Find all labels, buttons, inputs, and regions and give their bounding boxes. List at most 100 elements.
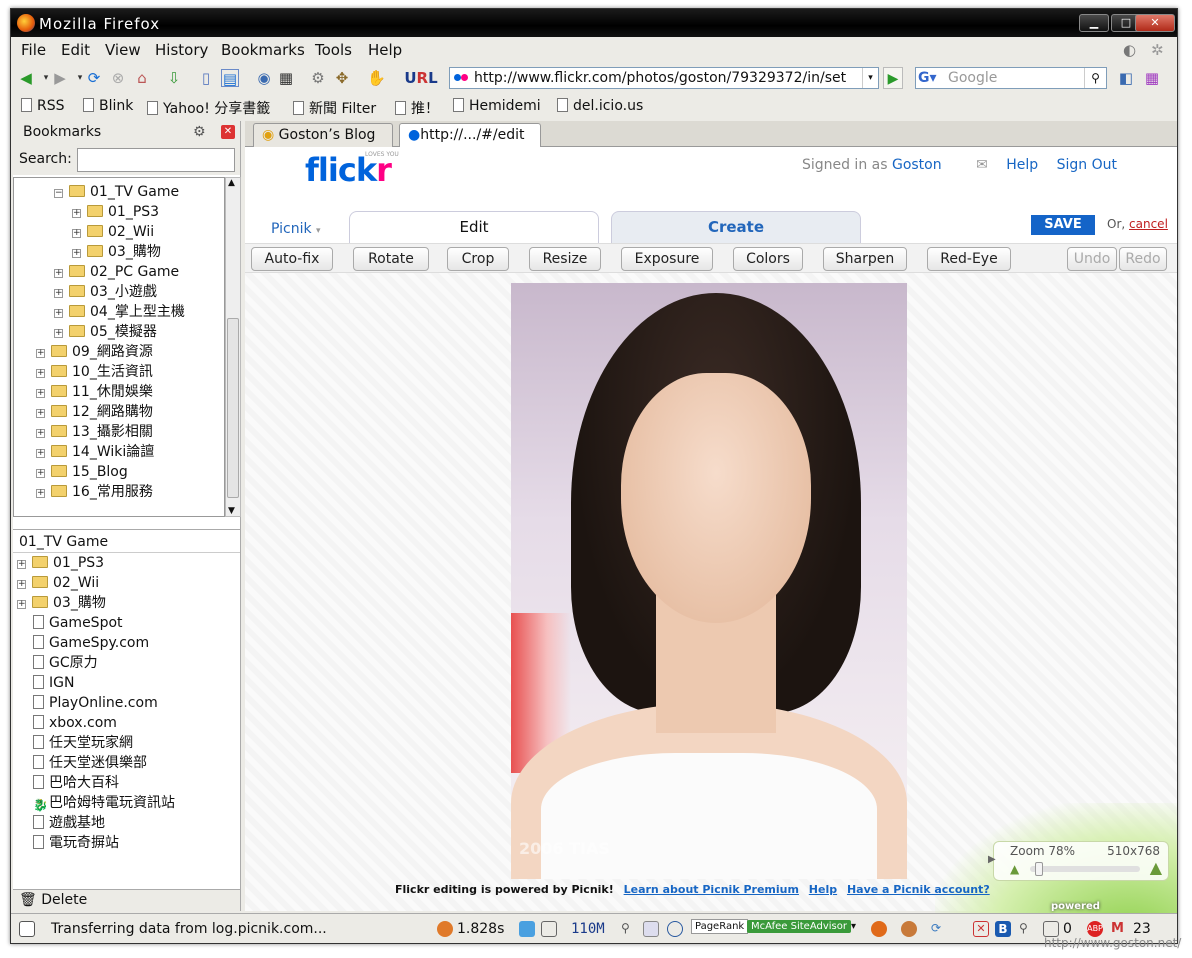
- rotate-button[interactable]: Rotate: [353, 247, 429, 271]
- photo[interactable]: 2006 TIAS: [511, 283, 907, 879]
- autofix-button[interactable]: Auto-fix: [251, 247, 333, 271]
- sign-out-link[interactable]: Sign Out: [1057, 157, 1117, 173]
- status-dot-icon[interactable]: ◐: [1123, 41, 1136, 59]
- tree-folder[interactable]: − 01_TV Game: [54, 182, 179, 202]
- tree-folder[interactable]: +15_Blog: [36, 462, 128, 482]
- crop-button[interactable]: Crop: [447, 247, 509, 271]
- grid-icon[interactable]: ▦: [277, 69, 295, 87]
- expand-icon[interactable]: +: [36, 469, 45, 478]
- tree-folder[interactable]: +12_網路購物: [36, 402, 153, 422]
- expand-icon[interactable]: +: [36, 449, 45, 458]
- tab-blog[interactable]: ◉ Goston’s Blog: [253, 123, 393, 147]
- delete-button[interactable]: 🗑 Delete: [19, 892, 87, 908]
- list-item[interactable]: 任天堂玩家網: [33, 733, 133, 753]
- list-item[interactable]: PlayOnline.com: [33, 693, 158, 713]
- firefox-status-icon[interactable]: [871, 921, 887, 937]
- counter-page-icon[interactable]: [1043, 921, 1059, 937]
- tree-folder[interactable]: +01_PS3: [72, 202, 159, 222]
- tab-edit[interactable]: ●http://.../#/edit: [399, 123, 541, 147]
- search-input[interactable]: Google: [948, 70, 997, 86]
- twitter-icon[interactable]: [519, 921, 535, 937]
- list-item[interactable]: GameSpot: [33, 613, 123, 633]
- expand-icon[interactable]: +: [54, 289, 63, 298]
- tree-folder[interactable]: +02_PC Game: [54, 262, 179, 282]
- menu-bookmarks[interactable]: Bookmarks: [221, 41, 305, 59]
- tree-folder[interactable]: +13_攝影相關: [36, 422, 153, 442]
- minimize-button[interactable]: ▁: [1079, 14, 1109, 32]
- blog-b-icon[interactable]: B: [995, 921, 1011, 937]
- menu-history[interactable]: History: [155, 41, 208, 59]
- colors-button[interactable]: Colors: [733, 247, 803, 271]
- expand-icon[interactable]: +: [54, 269, 63, 278]
- scroll-thumb[interactable]: [227, 318, 239, 498]
- block-icon[interactable]: ✕: [973, 921, 989, 937]
- list-folder[interactable]: +03_購物: [17, 593, 106, 613]
- tree-folder[interactable]: +02_Wii: [72, 222, 154, 242]
- mail-icon[interactable]: ✉: [976, 157, 988, 173]
- menu-file[interactable]: File: [21, 41, 46, 59]
- expand-icon[interactable]: +: [54, 329, 63, 338]
- hand-icon[interactable]: ✋: [367, 69, 386, 87]
- extension-icon[interactable]: ✥: [333, 69, 351, 87]
- menu-tools[interactable]: Tools: [315, 41, 352, 59]
- tree-folder[interactable]: +09_網路資源: [36, 342, 153, 362]
- tree-folder[interactable]: +04_掌上型主機: [54, 302, 185, 322]
- tree-scrollbar[interactable]: ▲ ▼: [225, 177, 241, 517]
- edit-note-icon[interactable]: [541, 921, 557, 937]
- bookmark-delicious[interactable]: del.icio.us: [557, 98, 643, 114]
- expand-icon[interactable]: +: [36, 349, 45, 358]
- pagerank-badge[interactable]: PageRank: [691, 919, 749, 934]
- address-bar[interactable]: http://www.flickr.com/photos/goston/7932…: [449, 67, 879, 89]
- sidebar-search-input[interactable]: [77, 148, 235, 172]
- expand-icon[interactable]: +: [17, 580, 26, 589]
- expand-icon[interactable]: +: [72, 249, 81, 258]
- list-item[interactable]: IGN: [33, 673, 74, 693]
- monkey-icon[interactable]: [901, 921, 917, 937]
- expand-icon[interactable]: +: [36, 429, 45, 438]
- download-icon[interactable]: ⇩: [165, 69, 183, 87]
- scroll-up-icon[interactable]: ▲: [228, 178, 235, 188]
- collapse-icon[interactable]: −: [54, 189, 63, 198]
- red-eye-button[interactable]: Red-Eye: [927, 247, 1011, 271]
- list-item[interactable]: 電玩奇摒站: [33, 833, 119, 853]
- list-folder[interactable]: +01_PS3: [17, 553, 104, 573]
- tree-folder[interactable]: +10_生活資訊: [36, 362, 153, 382]
- picnik-help-link[interactable]: Help: [809, 883, 837, 896]
- reload-icon[interactable]: ⟳: [85, 69, 103, 87]
- back-icon[interactable]: ◀: [17, 69, 35, 87]
- user-link[interactable]: Goston: [892, 157, 942, 173]
- expand-icon[interactable]: +: [72, 229, 81, 238]
- stop-icon[interactable]: ⊗: [109, 69, 127, 87]
- sidebar-close-icon[interactable]: ✕: [221, 125, 235, 139]
- gmail-icon[interactable]: M: [1111, 921, 1127, 937]
- list-item[interactable]: 任天堂迷俱樂部: [33, 753, 147, 773]
- search-box[interactable]: G▾ Google ⚲: [915, 67, 1107, 89]
- learn-premium-link[interactable]: Learn about Picnik Premium: [624, 883, 799, 896]
- bookmark-news-filter[interactable]: 新聞 Filter: [293, 98, 376, 118]
- apps-icon[interactable]: ▦: [1143, 69, 1161, 87]
- url-dropdown-icon[interactable]: ▾: [862, 68, 878, 88]
- zoom-thumb[interactable]: [1035, 862, 1044, 876]
- zoom-slider[interactable]: [1030, 862, 1140, 876]
- home-icon[interactable]: ⌂: [133, 69, 151, 87]
- folder-contents[interactable]: +01_PS3 +02_Wii +03_購物 GameSpot GameSpy.com G…: [13, 553, 240, 889]
- resize-button[interactable]: Resize: [529, 247, 601, 271]
- url-logo-icon[interactable]: URL: [401, 69, 441, 87]
- adblock-icon[interactable]: ABP: [1087, 921, 1103, 937]
- list-item[interactable]: 🐉巴哈姆特電玩資訊站: [33, 793, 175, 813]
- sync-icon[interactable]: ⟳: [931, 921, 947, 937]
- search-tool-icon[interactable]: ⚲: [1019, 921, 1035, 937]
- scroll-down-icon[interactable]: ▼: [228, 506, 235, 516]
- expand-icon[interactable]: +: [17, 560, 26, 569]
- list-item[interactable]: GC原力: [33, 653, 98, 673]
- list-item[interactable]: 遊戲基地: [33, 813, 105, 833]
- page-info-icon[interactable]: [643, 921, 659, 937]
- bookmark-tree[interactable]: −01_TV Game +01_PS3 +02_Wii +03_購物 +02_PC Ga…: [13, 177, 225, 517]
- bookmark-blink[interactable]: Blink: [83, 98, 133, 114]
- go-button[interactable]: ▶: [883, 67, 903, 89]
- bookmark-rss[interactable]: RSS: [21, 98, 65, 114]
- forward-icon[interactable]: ▶: [51, 69, 69, 87]
- sidebar-options-icon[interactable]: ⚙: [193, 124, 206, 140]
- list-item[interactable]: xbox.com: [33, 713, 117, 733]
- zoom-collapse-icon[interactable]: ▶: [988, 854, 996, 865]
